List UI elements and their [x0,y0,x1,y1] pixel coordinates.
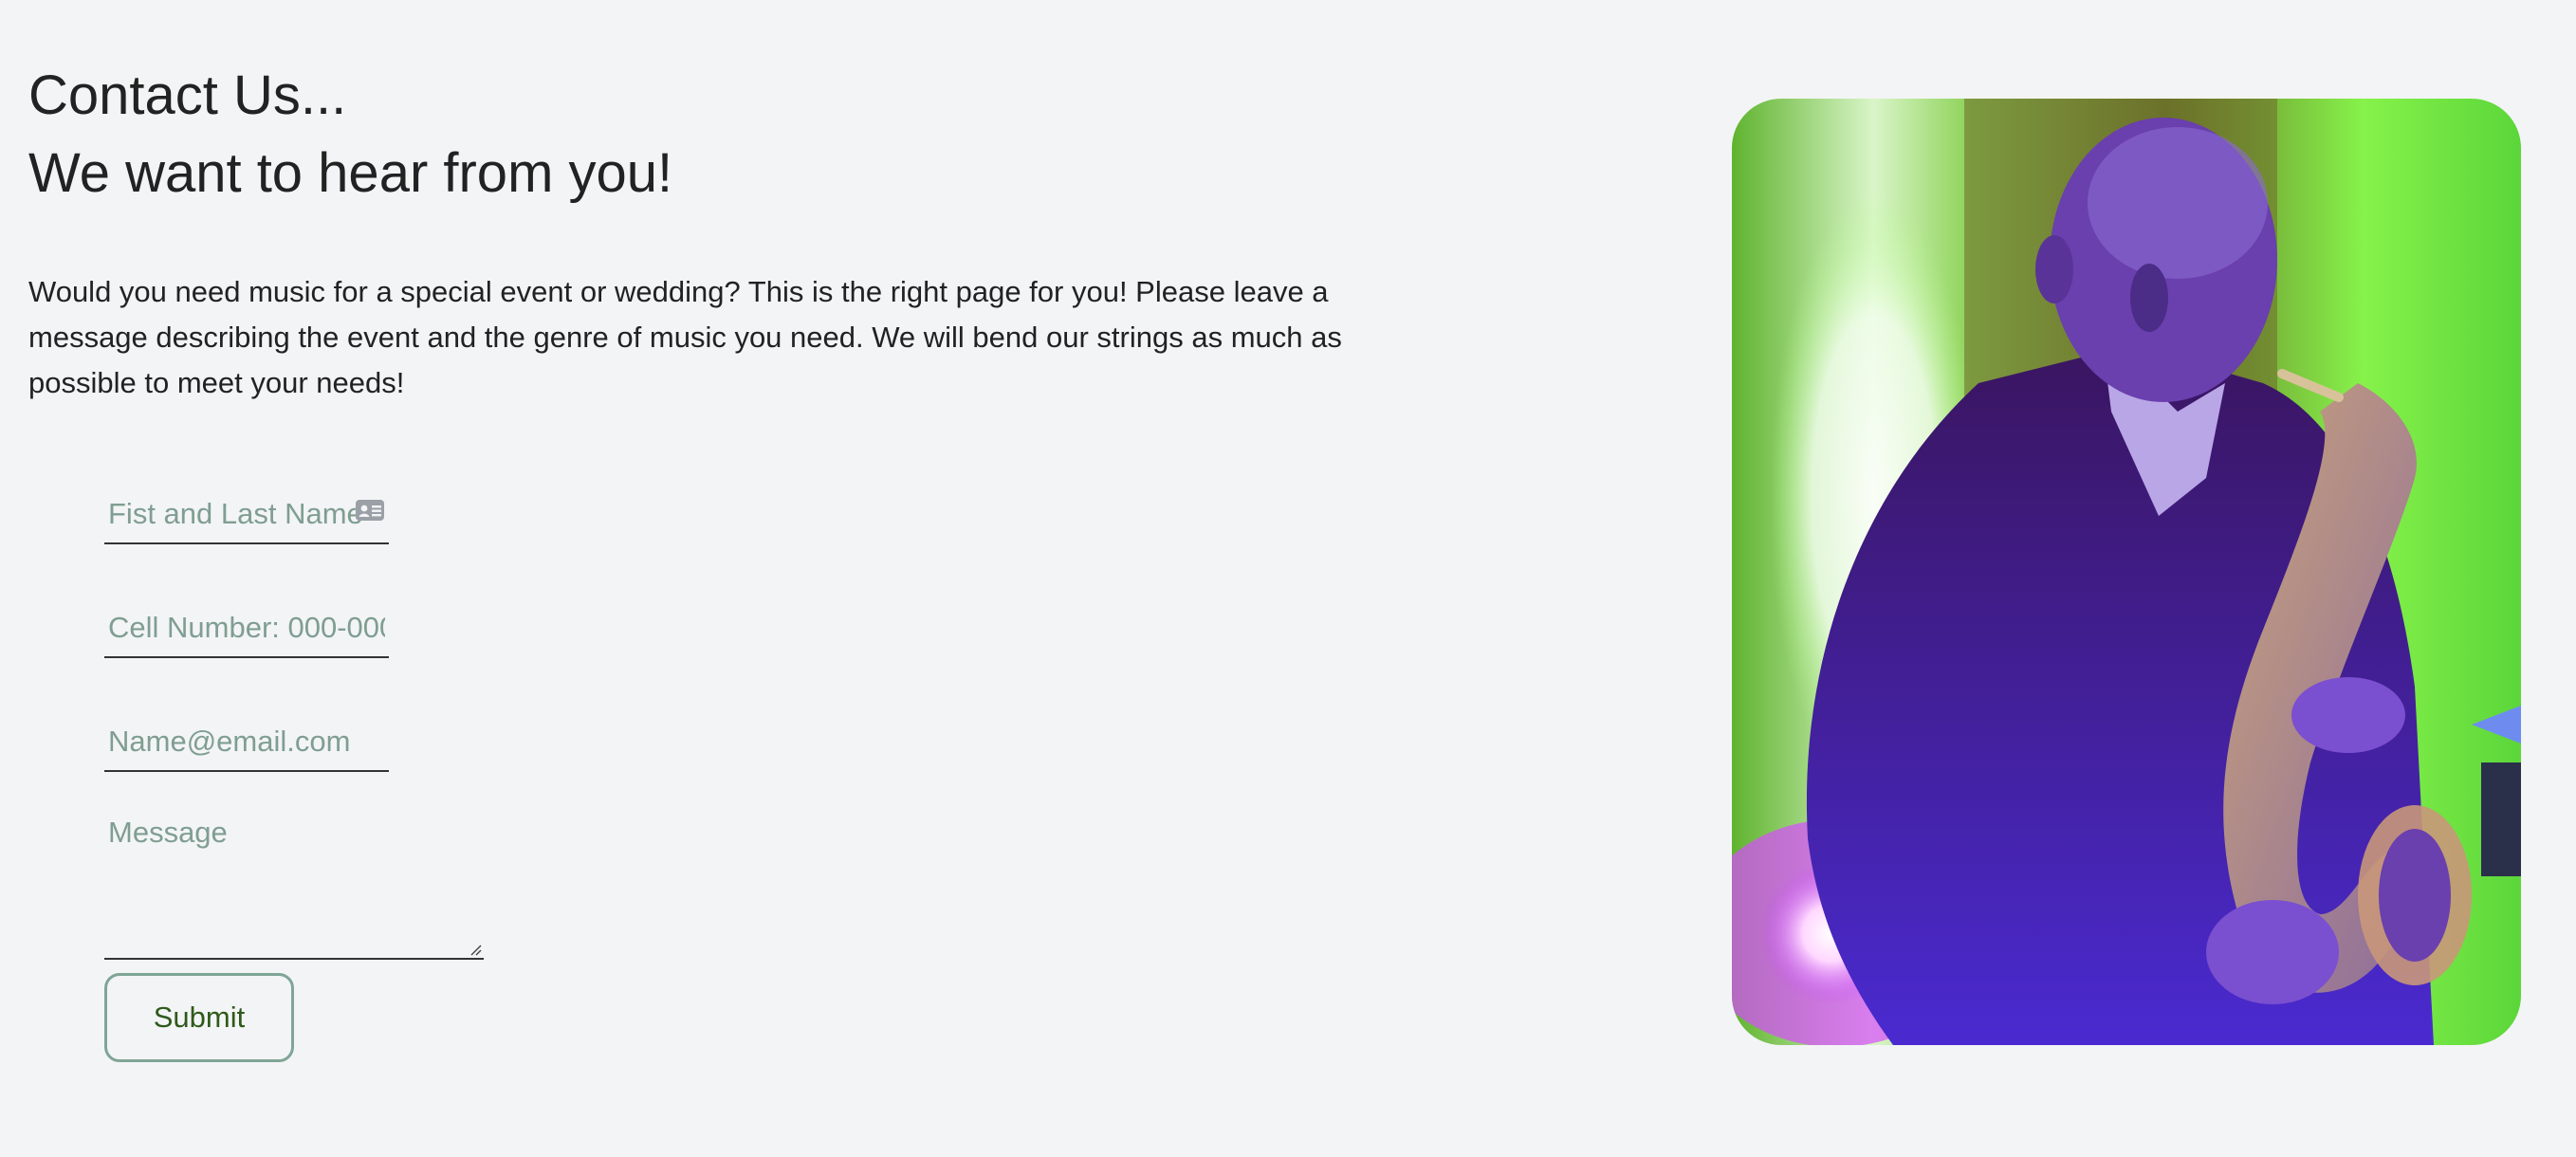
message-textarea[interactable] [104,806,484,958]
contact-section: Contact Us... We want to hear from you! … [28,57,1451,435]
cell-number-input[interactable] [104,586,389,656]
saxophone-player-photo [1732,99,2521,1045]
contact-card-icon [356,500,384,521]
resize-grip-icon[interactable] [469,943,482,956]
photo-illustration [1732,99,2521,1045]
title-line-1: Contact Us... [28,64,347,126]
name-input[interactable] [104,472,389,542]
email-input[interactable] [104,700,389,770]
page-title: Contact Us... We want to hear from you! [28,57,1451,212]
contact-form: Submit [104,472,484,1062]
intro-text: Would you need music for a special event… [28,275,1342,399]
cell-field-wrapper [104,586,389,658]
name-field-wrapper [104,472,389,544]
email-field-wrapper [104,700,389,772]
submit-button[interactable]: Submit [104,973,294,1062]
message-field-wrapper [104,806,484,960]
title-line-2: We want to hear from you! [28,142,673,204]
contact-page: Contact Us... We want to hear from you! … [0,0,2576,1157]
